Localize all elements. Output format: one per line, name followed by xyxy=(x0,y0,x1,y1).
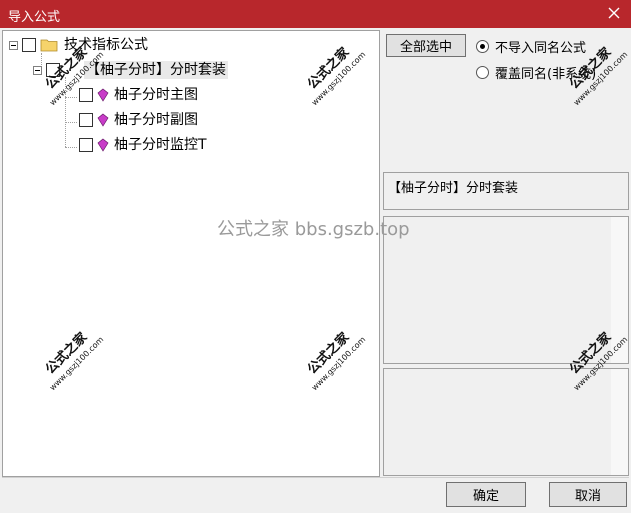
tree-node-item[interactable]: 柚子分时主图 xyxy=(79,84,200,106)
radio-label: 不导入同名公式 xyxy=(495,41,587,56)
tree-node-label: 【柚子分时】分时套装 xyxy=(84,61,228,79)
formula-name: 【柚子分时】分时套装 xyxy=(388,181,519,196)
ok-button[interactable]: 确定 xyxy=(446,482,526,507)
tree-node-item[interactable]: 柚子分时副图 xyxy=(79,109,200,131)
root-checkbox[interactable] xyxy=(22,38,36,52)
tree-connector xyxy=(65,122,77,123)
radio-dot[interactable] xyxy=(476,40,489,53)
item-checkbox[interactable] xyxy=(79,138,93,152)
tree-node-label: 柚子分时监控T xyxy=(114,137,207,153)
tree-node-label: 柚子分时主图 xyxy=(114,87,198,103)
item-checkbox[interactable] xyxy=(79,113,93,127)
folder-icon xyxy=(40,39,58,52)
tree-node-item[interactable]: 柚子分时监控T xyxy=(79,134,209,156)
window-title: 导入公式 xyxy=(8,10,61,25)
cancel-button[interactable]: 取消 xyxy=(549,482,627,507)
select-all-button[interactable]: 全部选中 xyxy=(386,34,466,57)
item-checkbox[interactable] xyxy=(79,88,93,102)
collapse-icon[interactable] xyxy=(9,40,18,50)
radio-dot[interactable] xyxy=(476,66,489,79)
radio-no-import[interactable]: 不导入同名公式 xyxy=(476,37,586,56)
gem-icon xyxy=(97,113,109,127)
collapse-icon[interactable] xyxy=(33,65,42,75)
tree-connector xyxy=(65,147,77,148)
info-box[interactable] xyxy=(383,368,629,476)
tree-node-label: 柚子分时副图 xyxy=(114,112,198,128)
divider xyxy=(2,477,629,478)
gem-icon xyxy=(97,88,109,102)
formula-name-box: 【柚子分时】分时套装 xyxy=(383,172,629,210)
gem-icon xyxy=(97,138,109,152)
scrollbar[interactable] xyxy=(611,369,628,475)
title-bar: 导入公式 xyxy=(0,0,631,28)
close-icon[interactable] xyxy=(603,2,625,24)
watermark-text: 公式之家 bbs.gszb.top xyxy=(217,219,410,240)
